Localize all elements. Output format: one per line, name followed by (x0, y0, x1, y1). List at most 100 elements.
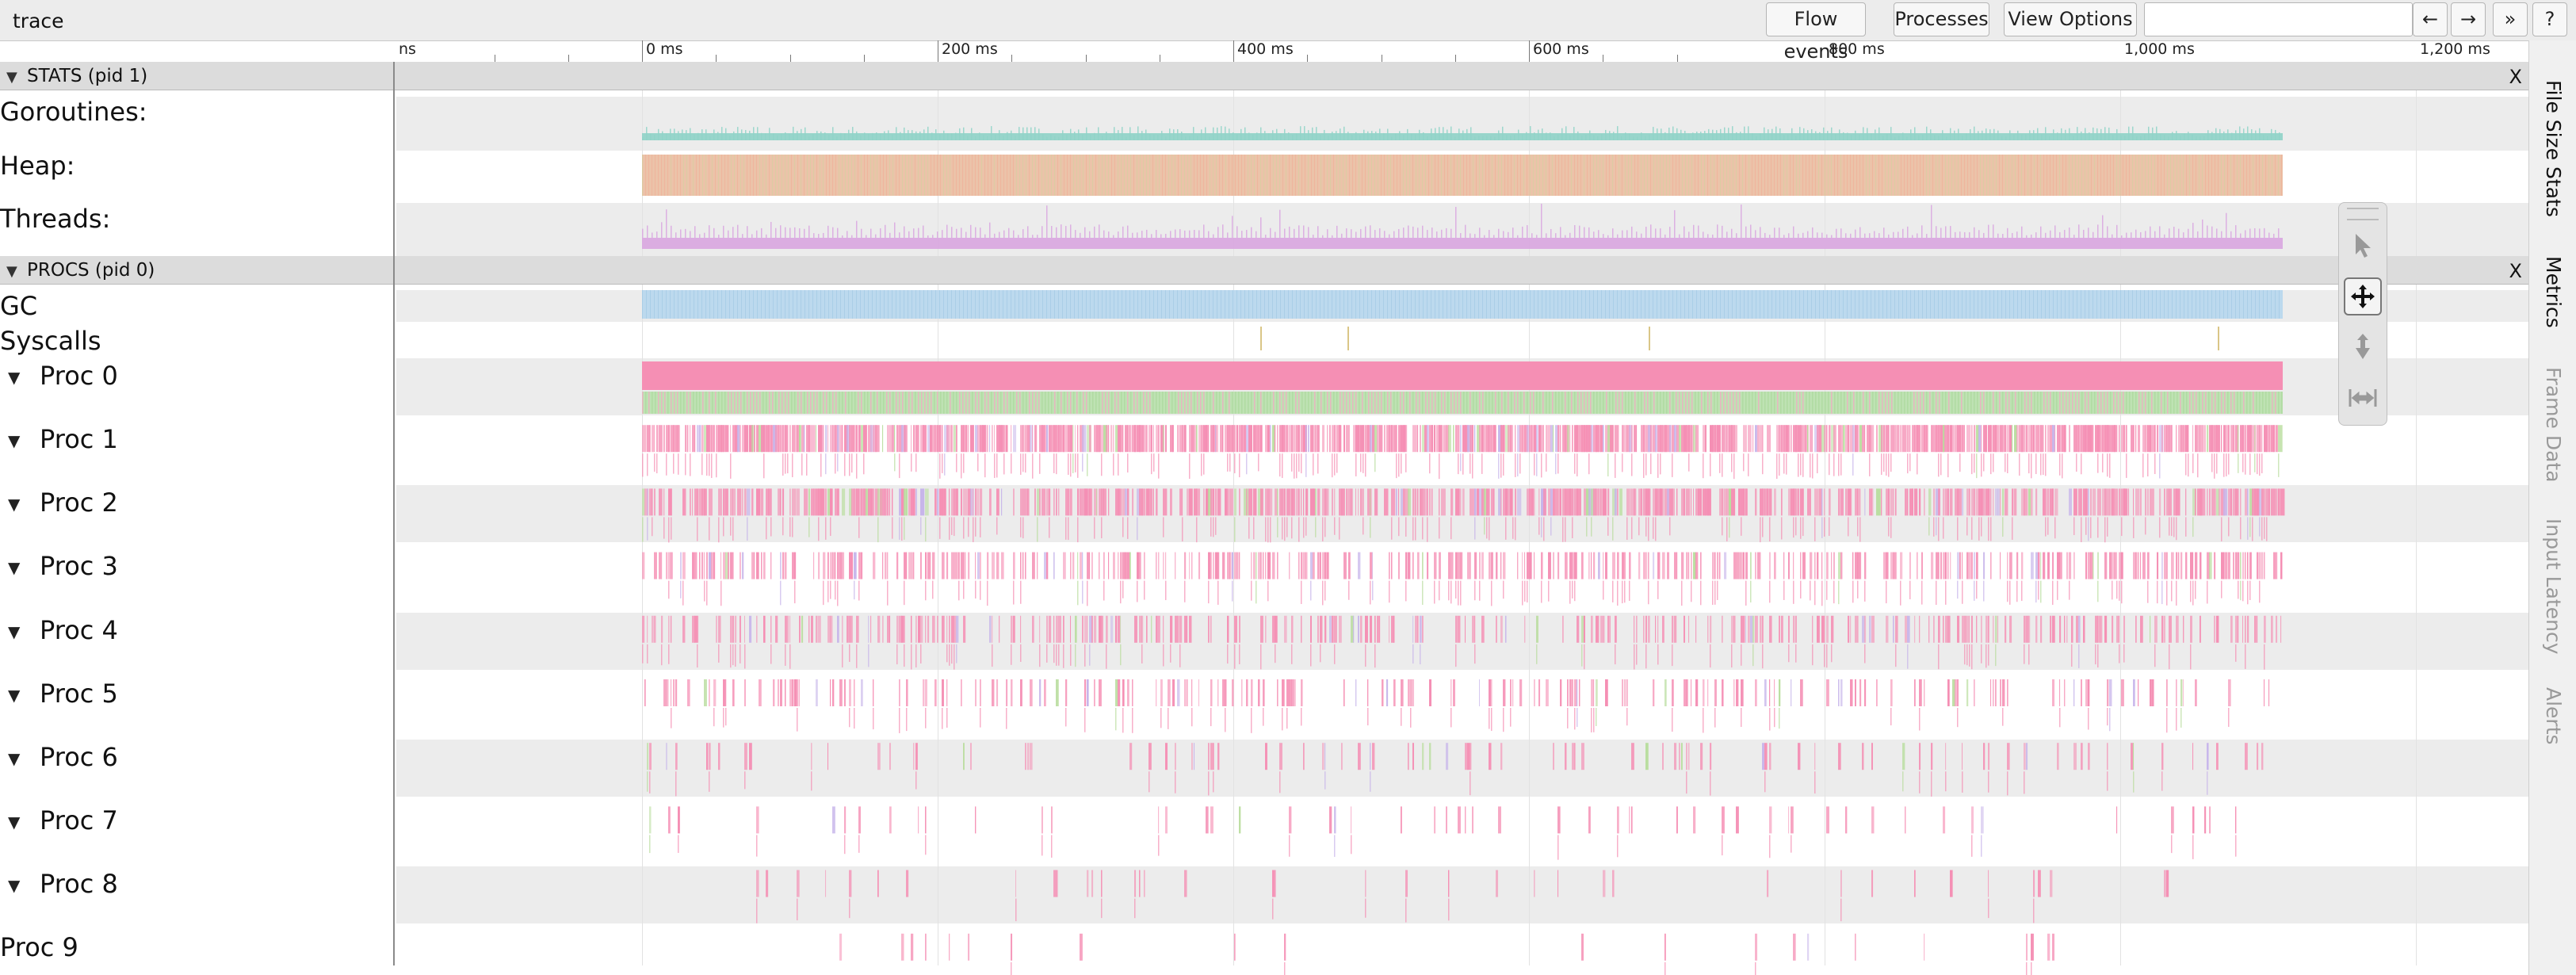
heap-sample (892, 155, 893, 196)
proc-slice (854, 679, 855, 706)
proc-subslice (1498, 453, 1500, 479)
proc-slice (2071, 615, 2073, 643)
proc-slice (647, 488, 648, 516)
proc-slice (2280, 488, 2285, 516)
proc-subslice (1365, 644, 1366, 667)
proc-0-slice (1041, 392, 1043, 414)
proc-slice (2038, 552, 2040, 579)
heap-sample (2224, 155, 2225, 196)
proc-subslice (806, 453, 808, 476)
proc-slice (1412, 488, 1415, 516)
proc-subslice (2159, 453, 2161, 479)
proc-slice (2138, 552, 2139, 579)
proc-slice (2016, 425, 2019, 453)
heap-sample (705, 155, 706, 196)
heap-sample (1200, 155, 1201, 196)
proc-slice (1272, 425, 1275, 453)
proc-slice (1855, 615, 1858, 643)
proc-0-slice (1466, 392, 1468, 414)
proc-subslice (2076, 453, 2077, 472)
proc-subslice (1363, 453, 1364, 473)
proc-subslice (1458, 580, 1459, 606)
goroutines-sample (1145, 129, 1147, 140)
heap-sample (2227, 155, 2228, 196)
proc-slice (2064, 425, 2066, 453)
proc-slice (849, 679, 851, 706)
goroutines-sample (1022, 127, 1024, 140)
proc-slice (1091, 552, 1093, 579)
proc-0-slice (1625, 392, 1626, 414)
help-button[interactable]: ? (2532, 2, 2567, 36)
threads-sample (1636, 231, 1638, 238)
gc-slice (1363, 290, 1364, 319)
heap-sample (1809, 155, 1810, 196)
proc-0-slice (1714, 392, 1715, 414)
proc-slice (2195, 679, 2197, 706)
gc-slice (1740, 290, 1741, 319)
threads-sample (1893, 231, 1894, 238)
proc-slice (2045, 425, 2047, 453)
proc-slice (1141, 488, 1146, 516)
gc-slice (1783, 290, 1784, 319)
proc-slice (2000, 679, 2002, 706)
proc-slice (1141, 615, 1144, 643)
proc-subslice (1626, 517, 1628, 541)
proc-subslice (1943, 517, 1944, 539)
gc-slice (1462, 290, 1463, 319)
proc-slice (1731, 488, 1736, 516)
proc-slice (1058, 488, 1060, 516)
proc-slice (1686, 488, 1691, 516)
proc-slice (1755, 488, 1757, 516)
proc-0-slice (1875, 392, 1877, 414)
proc-subslice (2154, 453, 2156, 475)
threads-sample (794, 227, 796, 238)
proc-slice (780, 488, 782, 516)
proc-subslice (1072, 453, 1074, 473)
goroutines-sample (1728, 128, 1729, 140)
proc-0-slice (1286, 392, 1287, 414)
proc-slice (644, 679, 646, 706)
threads-sample (1170, 231, 1171, 238)
proc-slice (1605, 679, 1608, 706)
proc-subslice (1546, 453, 1547, 472)
proc-0-slice (1955, 392, 1956, 414)
proc-slice (1277, 488, 1278, 516)
gc-slice (1843, 290, 1844, 319)
threads-sample (1779, 228, 1780, 238)
proc-slice (2085, 488, 2089, 516)
proc-slice (1156, 488, 1158, 516)
syscall-slice (1649, 327, 1650, 350)
heap-sample (1016, 155, 1017, 196)
proc-subslice (1084, 708, 1086, 732)
goroutines-sample (1736, 132, 1737, 140)
proc-slice (647, 425, 650, 453)
proc-slice (1707, 679, 1709, 706)
proc-subslice (1622, 453, 1623, 472)
proc-slice (915, 743, 918, 770)
proc-slice (1251, 552, 1252, 579)
proc-subslice (1184, 580, 1186, 602)
proc-0-slice (2268, 392, 2270, 414)
goroutines-sample (1668, 128, 1670, 140)
heap-sample (851, 155, 852, 196)
goroutines-sample (1470, 127, 1472, 140)
proc-slice (961, 488, 963, 516)
proc-slice (2268, 488, 2271, 516)
proc-subslice (1296, 453, 1298, 479)
proc-slice (1957, 552, 1959, 579)
heap-sample (1276, 155, 1277, 196)
heap-sample (1086, 155, 1087, 196)
gc-slice (1510, 290, 1511, 319)
goroutines-sample (777, 135, 778, 140)
goroutines-sample (1094, 132, 1095, 140)
proc-subslice (899, 453, 900, 479)
proc-slice (1234, 488, 1237, 516)
proc-subslice (980, 517, 981, 537)
proc-slice (1163, 615, 1164, 643)
gc-slice (2001, 290, 2002, 319)
proc-0-slice (2148, 392, 2150, 414)
heap-sample (1257, 155, 1258, 196)
proc-slice (927, 615, 930, 643)
proc-subslice (1215, 517, 1217, 535)
proc-subslice (904, 644, 905, 667)
